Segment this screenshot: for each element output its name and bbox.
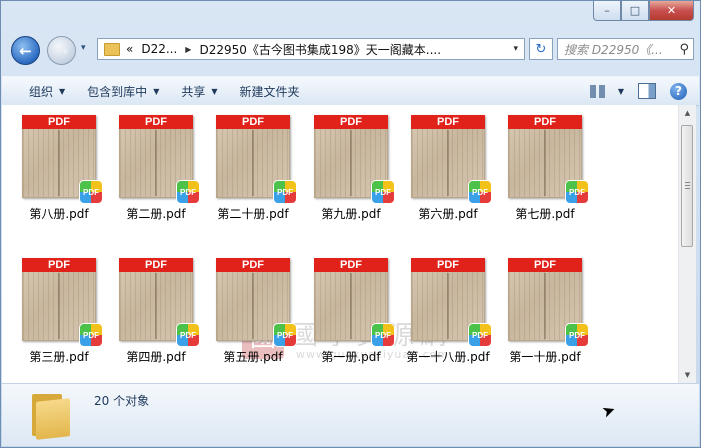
close-button[interactable]: ✕ [649, 1, 694, 21]
new-folder-label: 新建文件夹 [239, 84, 300, 99]
pdf-band: PDF [216, 258, 290, 272]
file-item[interactable]: PDF PDF 第三册.pdf [2, 248, 102, 368]
file-item[interactable]: PDF PDF 第一十八册.pdf [391, 248, 491, 368]
pdf-thumbnail: PDF PDF [216, 115, 296, 203]
pdf-thumbnail: PDF PDF [508, 115, 588, 203]
back-button[interactable]: ← [11, 36, 40, 65]
maximize-button[interactable]: □ [621, 1, 649, 21]
pdf-thumbnail: PDF PDF [22, 258, 102, 346]
address-dropdown-icon[interactable]: ▾ [513, 44, 518, 54]
grip-icon [685, 182, 690, 189]
folder-icon [30, 392, 70, 440]
breadcrumb-overflow[interactable]: « [126, 42, 133, 56]
pdf-band: PDF [411, 258, 485, 272]
caret-down-icon: ▼ [153, 86, 160, 96]
file-item[interactable]: PDF PDF 第二册.pdf [99, 105, 199, 225]
pdf-band: PDF [314, 258, 388, 272]
search-input[interactable]: 搜索 D22950《... ⚲ [557, 38, 694, 60]
organize-label: 组织 [29, 84, 54, 99]
address-bar[interactable]: « D22... ▶ D22950《古今图书集成198》天一阁藏本.... ▾ [97, 38, 525, 60]
search-placeholder: 搜索 D22950《... [564, 42, 663, 57]
pdf-thumbnail: PDF PDF [314, 115, 394, 203]
pdf-thumbnail: PDF PDF [119, 115, 199, 203]
search-icon[interactable]: ⚲ [679, 42, 689, 57]
pdf-thumbnail: PDF PDF [216, 258, 296, 346]
pdf-band: PDF [119, 115, 193, 129]
pdf-thumbnail: PDF PDF [22, 115, 102, 203]
caret-down-icon: ▼ [211, 86, 218, 96]
explorer-window: – □ ✕ ← → ▾ « D22... ▶ D22950《古今图书集成198》… [0, 0, 701, 448]
file-item[interactable]: PDF PDF 第一十册.pdf [488, 248, 588, 368]
refresh-button[interactable]: ↻ [529, 38, 553, 60]
breadcrumb-current[interactable]: D22950《古今图书集成198》天一阁藏本.... [199, 41, 441, 58]
change-view-icon[interactable] [589, 84, 606, 98]
navigation-bar: ← → ▾ « D22... ▶ D22950《古今图书集成198》天一阁藏本.… [9, 35, 694, 65]
pdf-band: PDF [216, 115, 290, 129]
pdf-band: PDF [22, 258, 96, 272]
new-folder-button[interactable]: 新建文件夹 [229, 83, 311, 100]
pdf-band: PDF [22, 115, 96, 129]
recent-pages-icon[interactable]: ▾ [81, 43, 86, 53]
pdf-thumbnail: PDF PDF [314, 258, 394, 346]
file-list[interactable]: 國 國學資源網 www.guoxueziyuan.com PDFPDF第八册.p… [2, 105, 678, 383]
file-item[interactable]: PDF PDF 第八册.pdf [2, 105, 102, 225]
folder-icon [104, 42, 120, 56]
pdf-app-icon: PDF [566, 324, 588, 346]
help-icon[interactable]: ? [670, 82, 687, 100]
caption-buttons: – □ ✕ [593, 1, 694, 21]
file-name: 第一十册.pdf [509, 350, 581, 364]
pdf-band: PDF [411, 115, 485, 129]
file-name: 第七册.pdf [515, 207, 575, 221]
include-in-library-menu[interactable]: 包含到库中 ▼ [76, 83, 170, 100]
pdf-app-icon: PDF [566, 181, 588, 203]
scroll-thumb[interactable] [681, 125, 693, 247]
pdf-thumbnail: PDF PDF [508, 258, 588, 346]
view-options-caret-icon[interactable]: ▼ [618, 87, 624, 96]
item-count: 20 个对象 [94, 394, 150, 408]
file-item[interactable]: PDF PDF 第六册.pdf [391, 105, 491, 225]
pdf-band: PDF [314, 115, 388, 129]
toolbar-right: ▼ ? [589, 82, 699, 100]
pdf-band: PDF [119, 258, 193, 272]
pdf-band: PDF [508, 258, 582, 272]
mouse-cursor-icon: ➤ [599, 399, 619, 422]
file-item[interactable]: PDF PDF 第九册.pdf [294, 105, 394, 225]
scroll-up-arrow-icon[interactable]: ▲ [679, 105, 696, 121]
file-item[interactable]: PDF PDF 第一册.pdf [294, 248, 394, 368]
file-item[interactable]: PDF PDF 第五册.pdf [196, 248, 296, 368]
pdf-thumbnail: PDF PDF [119, 258, 199, 346]
file-item[interactable]: PDF PDF 第二十册.pdf [196, 105, 296, 225]
share-label: 共享 [181, 84, 206, 99]
pdf-thumbnail: PDF PDF [411, 258, 491, 346]
forward-button[interactable]: → [47, 36, 76, 65]
pdf-app-icon: PDF [274, 324, 296, 346]
preview-pane-icon[interactable] [638, 83, 656, 99]
file-item[interactable]: PDF PDF 第四册.pdf [99, 248, 199, 368]
pdf-app-icon: PDF [274, 181, 296, 203]
caret-down-icon: ▼ [59, 86, 66, 96]
organize-menu[interactable]: 组织 ▼ [2, 83, 76, 100]
breadcrumb-parent[interactable]: D22... [141, 42, 177, 56]
file-item[interactable]: PDF PDF 第七册.pdf [488, 105, 588, 225]
vertical-scrollbar[interactable]: ▲ ▼ [678, 105, 696, 383]
chevron-right-icon[interactable]: ▶ [185, 45, 191, 54]
include-label: 包含到库中 [87, 84, 148, 99]
share-menu[interactable]: 共享 ▼ [170, 83, 228, 100]
command-toolbar: 组织 ▼ 包含到库中 ▼ 共享 ▼ 新建文件夹 ▼ ? [2, 76, 699, 106]
pdf-band: PDF [508, 115, 582, 129]
details-pane: 20 个对象 ➤ [2, 383, 699, 446]
minimize-button[interactable]: – [593, 1, 621, 21]
pdf-thumbnail: PDF PDF [411, 115, 491, 203]
scroll-down-arrow-icon[interactable]: ▼ [679, 367, 696, 383]
